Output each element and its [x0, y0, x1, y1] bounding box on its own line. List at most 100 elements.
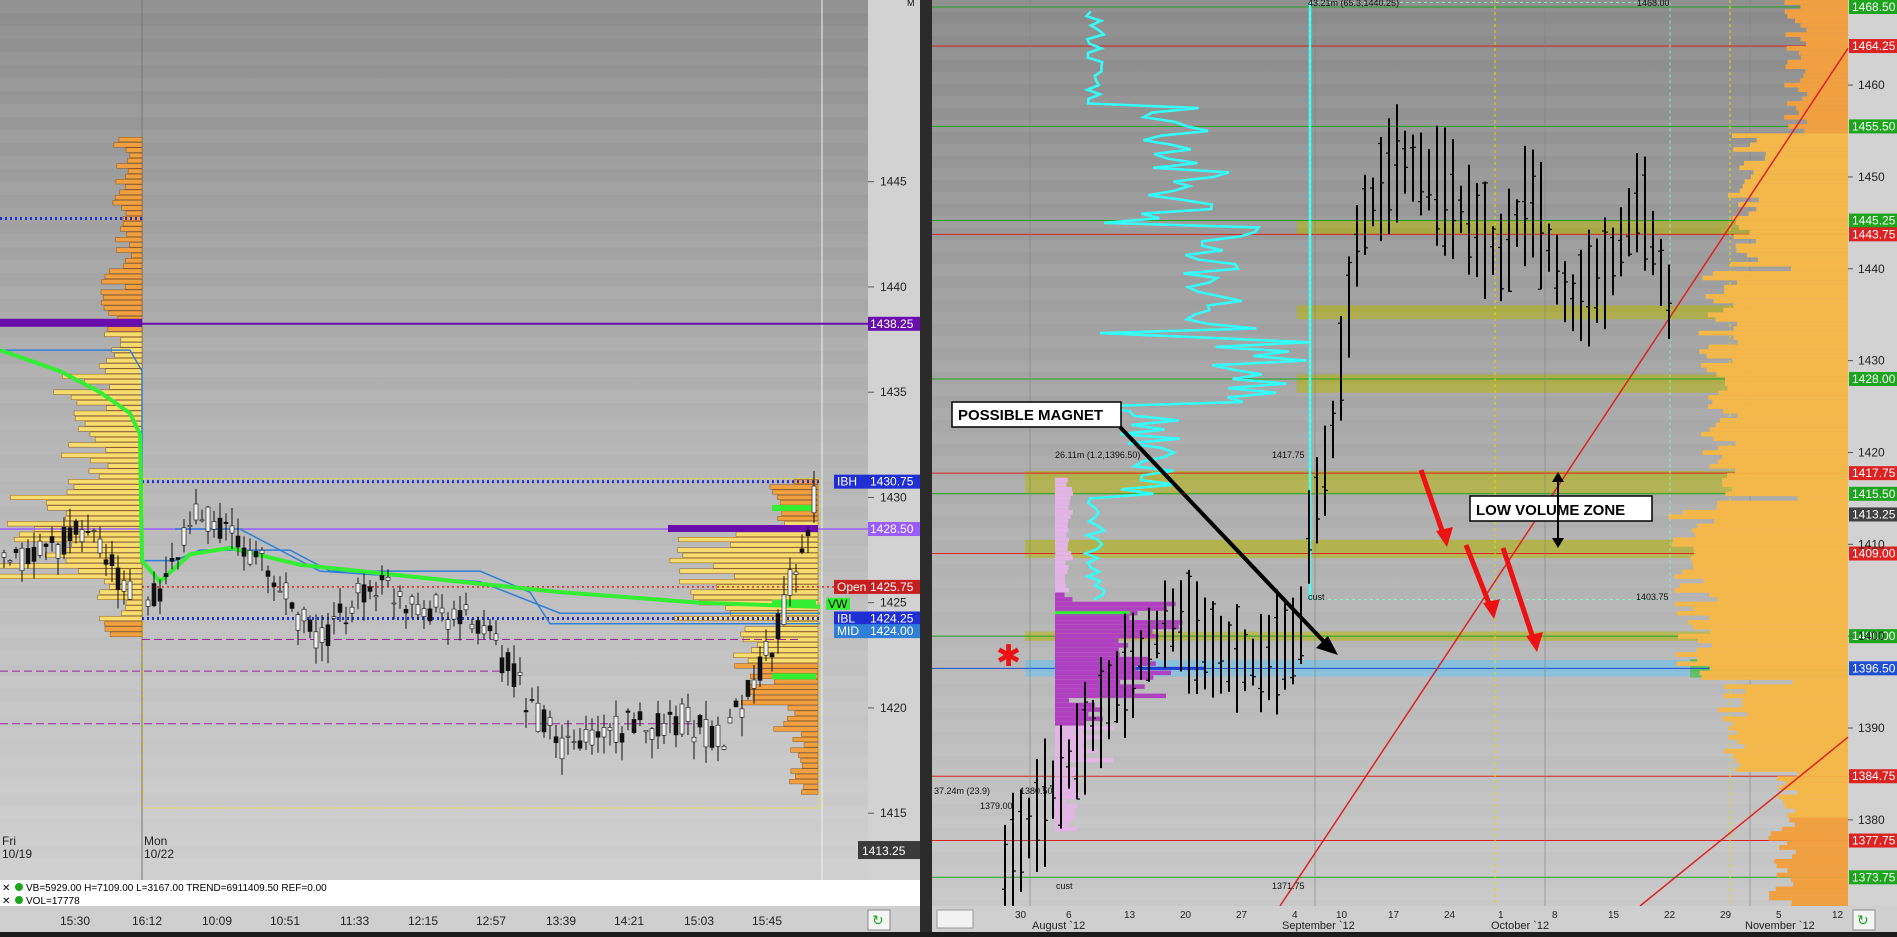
- candle-body: [764, 641, 768, 655]
- profile-row: [770, 485, 818, 490]
- right-daily-panel[interactable]: 43.21m (65.3,1440.25)1468.0026.11m (1.2,…: [932, 0, 1897, 932]
- composite-row: [1713, 271, 1848, 276]
- candle-body: [332, 617, 336, 619]
- composite-row: [1774, 859, 1848, 864]
- profile-row: [108, 327, 142, 332]
- profile-row: [66, 516, 142, 521]
- composite-row: [1779, 845, 1848, 850]
- composite-row: [1736, 767, 1848, 772]
- composite-row: [1707, 368, 1848, 373]
- composite-row: [1750, 230, 1848, 235]
- indicator-line-2: VOL=17778: [26, 896, 80, 907]
- composite-row: [1716, 505, 1848, 510]
- panel-splitter[interactable]: [920, 0, 932, 932]
- profile-row: [778, 516, 818, 521]
- composite-row: [1786, 32, 1848, 37]
- composite-row: [1719, 390, 1848, 395]
- poc-tag: 1438.25: [870, 317, 914, 331]
- profile-row: [119, 137, 142, 142]
- composite-row: [1701, 432, 1848, 437]
- note-1371: 1371.75: [1272, 881, 1305, 891]
- candle-body: [164, 573, 168, 576]
- candle-body: [422, 609, 426, 617]
- price-tag: 1455.50: [1852, 119, 1896, 133]
- close-icon[interactable]: ✕: [2, 896, 10, 907]
- candle-body: [50, 537, 54, 543]
- time-label: 14:21: [614, 914, 644, 928]
- magenta-poc: [1055, 611, 1130, 614]
- scale-tick-label: 1410: [1858, 537, 1885, 551]
- candle-body: [776, 614, 780, 639]
- magenta-row: [1055, 556, 1073, 561]
- time-label: 11:33: [340, 914, 369, 928]
- profile-row: [90, 432, 142, 437]
- candle-body: [80, 530, 84, 542]
- magenta-row: [1055, 514, 1071, 519]
- profile-row: [784, 721, 818, 726]
- left-intraday-panel[interactable]: 14451440143514301425142014151438.25IBH14…: [0, 0, 920, 932]
- profile-row: [95, 437, 142, 442]
- composite-row: [1697, 657, 1848, 662]
- date: 10/22: [144, 847, 174, 861]
- composite-row: [1683, 510, 1848, 515]
- candle-body: [56, 545, 60, 559]
- month-label: November `12: [1745, 920, 1815, 932]
- scale-tick-label: 1440: [880, 280, 907, 294]
- candle-body: [512, 664, 516, 687]
- grid-band: [0, 754, 868, 767]
- composite-row: [1792, 900, 1848, 905]
- candle-body: [122, 580, 126, 591]
- time-label: 10:09: [202, 914, 232, 928]
- profile-row: [683, 553, 818, 558]
- note-cust: cust: [1308, 592, 1325, 602]
- refresh-icon[interactable]: ↻: [1857, 912, 1869, 928]
- composite-row: [1771, 831, 1848, 836]
- candle-body: [716, 725, 720, 746]
- candle-body: [446, 620, 450, 630]
- composite-row: [1787, 14, 1848, 19]
- profile-row: [693, 595, 818, 600]
- composite-row: [1700, 671, 1848, 676]
- magenta-row: [1055, 629, 1152, 634]
- candle-body: [554, 737, 558, 743]
- candle-body: [104, 560, 108, 565]
- magenta-row: [1055, 574, 1065, 579]
- magenta-row: [1055, 501, 1070, 506]
- candle-body: [602, 727, 606, 736]
- candle-body: [674, 717, 678, 735]
- day-label: 24: [1444, 910, 1456, 921]
- profile-row: [120, 343, 142, 348]
- composite-row: [1799, 51, 1848, 56]
- composite-row: [1807, 92, 1848, 97]
- candle-body: [374, 596, 378, 597]
- left-price-scale: [868, 0, 920, 880]
- possible-magnet-text: POSSIBLE MAGNET: [958, 407, 1103, 424]
- candle-body: [224, 522, 228, 523]
- candle-body: [266, 571, 270, 577]
- composite-row: [1784, 83, 1848, 88]
- scale-tick-label: 1380: [1858, 813, 1885, 827]
- star-marker: ✱: [996, 640, 1021, 673]
- candle-body: [356, 583, 360, 592]
- candle-body: [692, 737, 696, 742]
- candle-body: [200, 520, 204, 521]
- magenta-row: [1055, 537, 1069, 542]
- scroll-box[interactable]: [937, 910, 973, 928]
- candle-body: [680, 704, 684, 734]
- magenta-row: [1055, 510, 1073, 515]
- composite-row: [1693, 625, 1848, 630]
- scale-tick-label: 1415: [880, 806, 907, 820]
- close-icon[interactable]: ✕: [2, 883, 10, 894]
- refresh-icon[interactable]: ↻: [872, 912, 884, 928]
- magenta-row: [1055, 565, 1069, 570]
- price-tag: 1377.75: [1852, 834, 1896, 848]
- candle-body: [182, 528, 186, 545]
- candle-body: [218, 518, 222, 538]
- profile-row: [675, 616, 818, 621]
- composite-row: [1722, 455, 1848, 460]
- profile-row: [66, 511, 142, 516]
- composite-row: [1733, 216, 1848, 221]
- candle-body: [524, 710, 528, 711]
- mid-label: MID: [837, 624, 859, 638]
- profile-row: [100, 590, 142, 595]
